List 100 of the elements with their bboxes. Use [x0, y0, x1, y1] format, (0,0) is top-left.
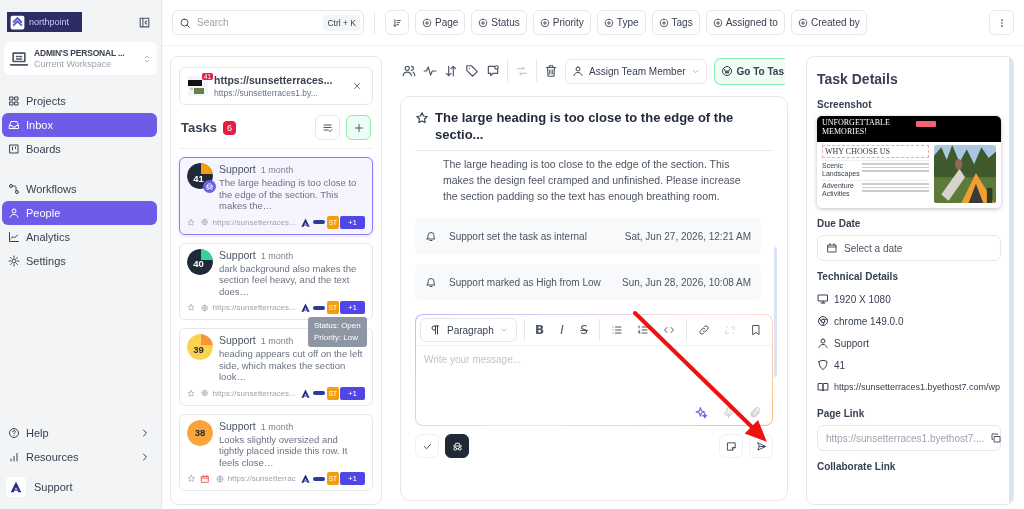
nav-link[interactable]: Resources: [2, 445, 157, 469]
incognito-icon: [451, 440, 463, 452]
list-check-icon: [321, 121, 334, 134]
sparkle-icon[interactable]: [695, 406, 708, 419]
link-icon[interactable]: [698, 324, 710, 336]
star-icon[interactable]: [187, 216, 196, 228]
list-options-button[interactable]: [315, 115, 340, 140]
nav-item[interactable]: Settings: [2, 249, 157, 273]
shortcut-hint: Ctrl + K: [323, 15, 360, 31]
text-line: [862, 190, 929, 192]
incognito-icon: [205, 182, 214, 191]
paragraph-icon: [429, 324, 441, 336]
nav-item[interactable]: Boards: [2, 137, 157, 161]
sort-arrows-icon[interactable]: [444, 64, 458, 78]
wordpress-icon: [720, 65, 733, 77]
mini-logo-icon: [312, 476, 325, 481]
nav-item[interactable]: Workflows: [2, 177, 157, 201]
section-label: Screenshot: [817, 99, 873, 110]
panel-title: Task Details: [817, 71, 899, 87]
workspace-subtitle: Current Workspace: [34, 59, 113, 69]
bold-button[interactable]: B: [529, 318, 550, 342]
task-description: dark background also makes the section feel heavy, and the text does…: [219, 262, 358, 297]
more-avatars: +1: [340, 215, 365, 229]
workspace-name: ADMIN'S PERSONAL ...: [34, 48, 125, 58]
user-icon: [572, 65, 584, 77]
filter-button[interactable]: Created by: [790, 10, 867, 35]
numbered-list-icon[interactable]: [637, 324, 650, 336]
search-icon: [179, 16, 191, 29]
task-age: 1 month: [260, 421, 294, 432]
user-icon: [817, 337, 829, 349]
trash-icon[interactable]: [544, 64, 558, 78]
filter-button[interactable]: Priority: [532, 10, 591, 35]
tag-icon[interactable]: [465, 64, 479, 78]
people-icon[interactable]: [402, 64, 416, 78]
star-icon[interactable]: [415, 111, 429, 125]
activity-icon[interactable]: [423, 64, 437, 78]
nav-item[interactable]: Analytics: [2, 225, 157, 249]
nav-item[interactable]: Inbox: [2, 113, 157, 137]
microphone-icon[interactable]: [722, 406, 735, 419]
task-body: The large heading is too close to the edge of the section. This makes the design feel cramped and unfinished. Please increase the section padding so the text has enough breathing room.: [442, 157, 742, 204]
avatar-logo-icon: [299, 473, 311, 484]
date-field[interactable]: Select a date: [817, 235, 1001, 261]
message-icon[interactable]: [486, 64, 500, 78]
copy-button[interactable]: [990, 432, 1003, 444]
star-icon[interactable]: [187, 302, 196, 313]
paperclip-icon[interactable]: [749, 406, 762, 419]
filter-button[interactable]: Type: [596, 10, 646, 35]
nav-link[interactable]: Help: [2, 421, 157, 445]
filter-button[interactable]: Page: [415, 10, 466, 35]
task-author: Support: [219, 334, 256, 346]
more-avatars: +1: [340, 301, 365, 314]
filter-button[interactable]: Status: [471, 10, 527, 35]
site-title: https://sunsetterraces...: [214, 74, 334, 86]
internal-toggle-button[interactable]: [445, 434, 469, 458]
sort-button[interactable]: [385, 10, 409, 35]
task-description: The large heading is too close to the edge of the section. This makes the…: [219, 177, 358, 212]
detail-value: chrome 149.0.0: [834, 315, 904, 327]
section-label: Page Link: [817, 408, 866, 419]
hero-heading: UNFORGETTABLE MEMORIES!: [822, 118, 891, 136]
filter-button[interactable]: Tags: [651, 10, 700, 35]
activity-date: Sun, Jun 28, 2026, 10:08 AM: [622, 276, 751, 288]
close-icon: [352, 81, 362, 91]
star-icon[interactable]: [187, 473, 196, 484]
check-button[interactable]: [415, 434, 439, 458]
panel-title: Tasks: [181, 120, 217, 135]
mini-logo-icon: [312, 220, 325, 224]
note-button[interactable]: [719, 434, 743, 458]
activity-text: Support marked as High from Low: [449, 276, 601, 288]
inbox-icon: [8, 119, 20, 131]
bookmark-icon[interactable]: [750, 324, 762, 336]
activity-date: Sat, Jun 27, 2026, 12:21 AM: [624, 230, 751, 242]
code-icon[interactable]: [663, 324, 676, 336]
mini-logo-icon: [312, 305, 325, 310]
nav-item[interactable]: People: [2, 201, 157, 225]
scrollbar[interactable]: [1009, 57, 1013, 504]
add-task-button[interactable]: [346, 115, 371, 140]
scrollbar[interactable]: [774, 247, 777, 377]
star-icon[interactable]: [187, 387, 196, 399]
shield-icon: [817, 359, 829, 371]
sidebar-collapse-icon[interactable]: [138, 15, 151, 29]
plus-icon: [352, 121, 365, 134]
section-label: Collaborate Link: [817, 461, 897, 472]
send-icon: [755, 440, 767, 452]
workspace-switcher[interactable]: ADMIN'S PERSONAL ... Current Workspace: [4, 42, 157, 75]
detail-value: 41: [834, 359, 846, 371]
go-to-task-button[interactable]: Go To Tas: [713, 57, 785, 85]
user-logo-icon: [6, 477, 26, 497]
assign-dropdown[interactable]: Assign Team Member: [565, 58, 707, 84]
task-number-badge: 38: [187, 419, 213, 446]
message-input[interactable]: Write your message...: [416, 346, 772, 406]
site-url: https://sunsetterraces1.by...: [214, 88, 319, 98]
task-title: The large heading is too close to the edge of the sectio...: [435, 109, 735, 143]
filter-button[interactable]: Assigned to: [705, 10, 785, 35]
italic-button[interactable]: I: [551, 318, 573, 342]
format-dropdown[interactable]: Paragraph: [420, 318, 517, 342]
strikethrough-button[interactable]: S: [574, 318, 595, 342]
chart-icon: [8, 231, 20, 243]
nav-item[interactable]: Projects: [2, 89, 157, 113]
gear-icon: [8, 255, 20, 267]
avatar-logo-icon: [299, 302, 311, 313]
